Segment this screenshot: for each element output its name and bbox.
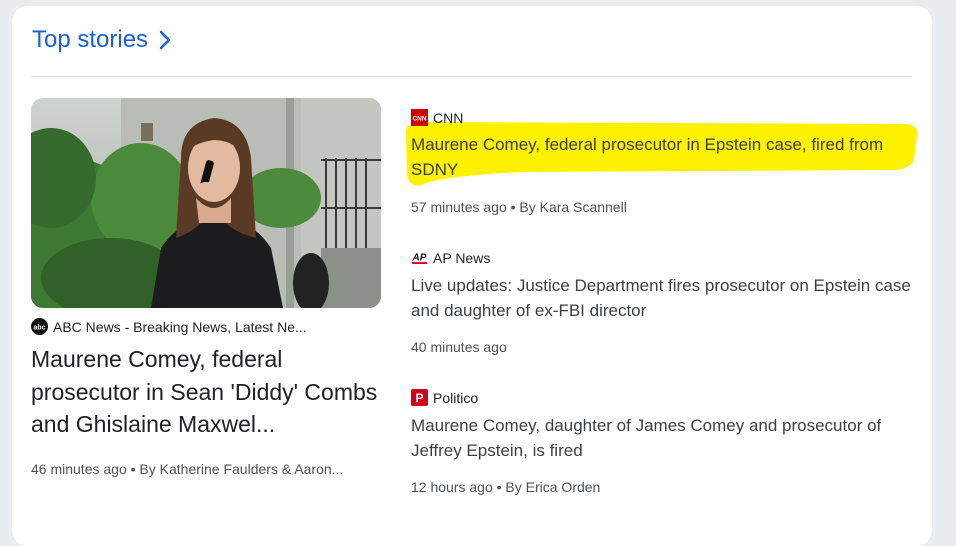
story-1-source: CNN CNN (411, 109, 463, 126)
story-1-byline: By Kara Scannell (519, 199, 627, 215)
story-2-time: 40 minutes ago (411, 339, 507, 355)
meta-separator: • (130, 461, 136, 477)
cnn-logo-icon: CNN (411, 109, 428, 126)
svg-text:P: P (415, 391, 423, 405)
lead-story-source: abc ABC News - Breaking News, Latest Ne.… (31, 318, 381, 335)
chevron-right-icon[interactable] (158, 29, 172, 51)
top-stories-card: Top stories abc ABC News - Breaking News… (12, 6, 932, 546)
story-2-source: AP AP News (411, 249, 491, 266)
politico-logo-icon: P (411, 389, 428, 406)
svg-text:abc: abc (33, 324, 45, 331)
story-1-time: 57 minutes ago (411, 199, 507, 215)
story-3-meta: 12 hours ago • By Erica Orden (411, 479, 600, 495)
story-2-meta: 40 minutes ago (411, 339, 507, 355)
story-1-headline[interactable]: Maurene Comey, federal prosecutor in Eps… (411, 132, 911, 182)
abc-news-logo-icon: abc (31, 318, 48, 335)
svg-text:CNN: CNN (412, 116, 426, 123)
story-3-source: P Politico (411, 389, 478, 406)
story-2-source-name: AP News (433, 249, 491, 266)
svg-text:AP: AP (412, 253, 427, 264)
story-1-meta: 57 minutes ago • By Kara Scannell (411, 199, 627, 215)
lead-story-meta: 46 minutes ago • By Katherine Faulders &… (31, 461, 381, 477)
top-stories-header-link[interactable]: Top stories (32, 26, 172, 54)
story-2-headline[interactable]: Live updates: Justice Department fires p… (411, 273, 911, 323)
lead-story-headline[interactable]: Maurene Comey, federal prosecutor in Sea… (31, 343, 381, 441)
story-1-headline-line-1[interactable]: Maurene Comey, federal prosecutor in Eps… (411, 135, 883, 154)
meta-separator: • (496, 479, 502, 495)
ap-news-logo-icon: AP (411, 249, 428, 266)
story-3-byline: By Erica Orden (505, 479, 601, 495)
lead-story-time: 46 minutes ago (31, 461, 127, 477)
story-1-source-name: CNN (433, 109, 464, 126)
story-3-headline[interactable]: Maurene Comey, daughter of James Comey a… (411, 413, 911, 463)
meta-separator: • (510, 199, 516, 215)
lead-story-byline: By Katherine Faulders & Aaron... (139, 461, 344, 477)
story-1-headline-line-2[interactable]: SDNY (411, 160, 458, 179)
story-3-source-name: Politico (433, 389, 479, 406)
lead-story-thumbnail[interactable] (31, 98, 381, 308)
header-divider (31, 76, 912, 77)
section-title[interactable]: Top stories (32, 26, 148, 54)
story-3-time: 12 hours ago (411, 479, 493, 495)
lead-story-source-name: ABC News - Breaking News, Latest Ne... (53, 318, 307, 335)
